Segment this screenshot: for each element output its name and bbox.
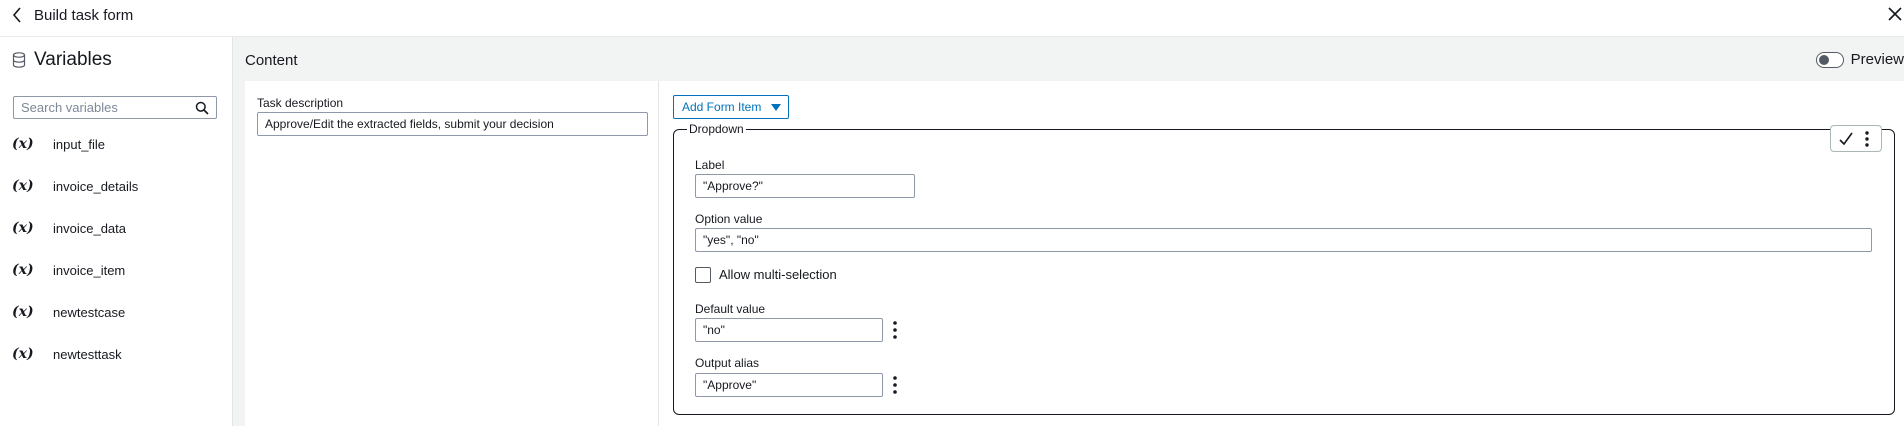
variable-symbol-icon: (x) <box>12 304 34 320</box>
variable-label: invoice_data <box>53 221 126 236</box>
option-value-input[interactable] <box>695 228 1872 252</box>
allow-multi-selection-label: Allow multi-selection <box>719 267 837 282</box>
variable-label: newtestcase <box>53 305 126 320</box>
label-input[interactable] <box>695 174 915 198</box>
preview-control: Preview <box>1815 51 1904 68</box>
variable-symbol-icon: (x) <box>12 262 34 278</box>
kebab-icon[interactable] <box>892 375 898 395</box>
default-value-label: Default value <box>695 302 766 316</box>
kebab-icon[interactable] <box>1864 130 1870 148</box>
dropdown-legend: Dropdown <box>689 122 744 136</box>
dropdown-actions <box>1830 125 1882 152</box>
variable-label: newtesttask <box>53 347 122 362</box>
variable-label: input_file <box>53 137 106 152</box>
variable-list: (x) input_file (x) invoice_details (x) i… <box>0 133 232 385</box>
variable-symbol-icon: (x) <box>12 136 34 152</box>
add-form-item-label: Add Form Item <box>682 100 762 114</box>
search-input[interactable] <box>21 98 191 117</box>
task-description-column: Task description <box>245 81 659 426</box>
dropdown-item-card: Dropdown Label Option value Allow multi-… <box>673 122 1895 415</box>
content-title: Content <box>245 52 298 69</box>
label-field-label: Label <box>695 158 725 172</box>
variable-item[interactable]: (x) invoice_data <box>0 217 232 259</box>
sidebar-title: Variables <box>12 49 112 71</box>
preview-toggle[interactable] <box>1815 51 1844 68</box>
page-title: Build task form <box>34 7 134 24</box>
task-description-input[interactable] <box>257 112 648 136</box>
close-icon[interactable] <box>1886 5 1904 23</box>
allow-multi-selection-checkbox[interactable] <box>695 267 711 283</box>
check-icon[interactable] <box>1838 131 1854 147</box>
variable-item[interactable]: (x) invoice_item <box>0 259 232 301</box>
default-value-input[interactable] <box>695 318 883 342</box>
variable-item[interactable]: (x) newtestcase <box>0 301 232 343</box>
variable-item[interactable]: (x) newtesttask <box>0 343 232 385</box>
option-value-label: Option value <box>695 212 763 226</box>
search-icon[interactable] <box>195 101 209 115</box>
toggle-knob <box>1818 54 1829 65</box>
kebab-icon[interactable] <box>892 320 898 340</box>
variable-symbol-icon: (x) <box>12 346 34 362</box>
header-bar: Build task form <box>0 0 1904 37</box>
variable-item[interactable]: (x) input_file <box>0 133 232 175</box>
database-icon <box>12 52 26 68</box>
variable-item[interactable]: (x) invoice_details <box>0 175 232 217</box>
task-description-label: Task description <box>257 96 344 110</box>
preview-label: Preview <box>1850 51 1904 68</box>
variable-symbol-icon: (x) <box>12 220 34 236</box>
search-variables-box <box>13 96 217 119</box>
variables-sidebar: Variables (x) input_file (x) invoice_det… <box>0 37 233 426</box>
variable-label: invoice_item <box>53 263 126 278</box>
variable-label: invoice_details <box>53 179 139 194</box>
form-builder-panel: Task description Add Form Item Dropdown <box>245 81 1904 426</box>
output-alias-input[interactable] <box>695 373 883 397</box>
variable-symbol-icon: (x) <box>12 178 34 194</box>
content-area: Content Preview Task description Add For… <box>233 37 1904 426</box>
chevron-left-icon[interactable] <box>9 6 27 24</box>
sidebar-title-text: Variables <box>34 49 112 70</box>
add-form-item-button[interactable]: Add Form Item <box>673 95 789 119</box>
output-alias-label: Output alias <box>695 356 760 370</box>
caret-down-icon <box>771 104 781 111</box>
